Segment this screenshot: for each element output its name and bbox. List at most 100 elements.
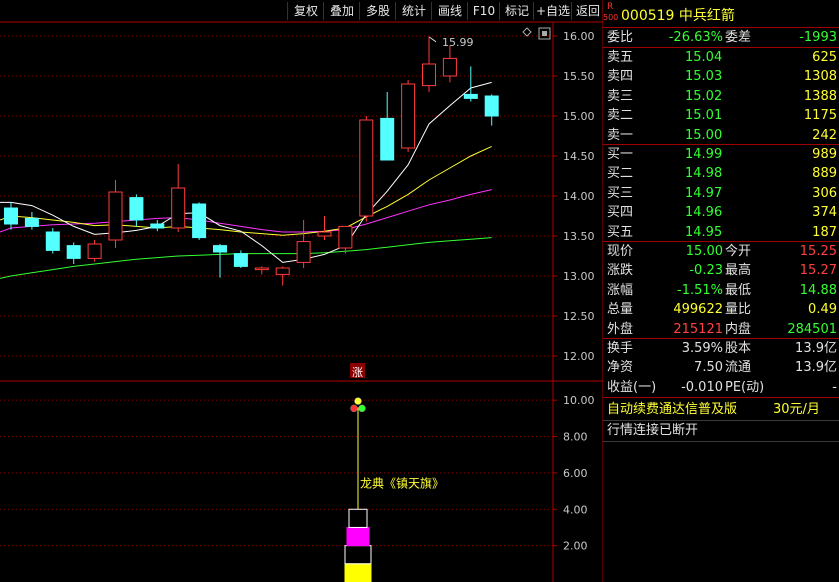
candle-body-down — [380, 117, 395, 161]
stock-header: R 500 000519 中兵红箭 — [603, 0, 839, 27]
ask-row[interactable]: 卖四 15.03 1308 — [603, 67, 839, 86]
signal-marker-label: 涨 — [352, 366, 363, 379]
book-volume: 306 — [812, 185, 837, 201]
stat-label: 最低 — [725, 282, 752, 298]
candle-body-up — [442, 57, 457, 77]
candle-body-down — [213, 245, 227, 253]
stat-value: 284501 — [787, 321, 837, 337]
indicator-tick-label: 2.00 — [563, 540, 588, 553]
stat-row: 涨跌 -0.23 最高 15.27 — [603, 261, 839, 280]
candle-body-down — [150, 223, 165, 229]
candle[interactable] — [129, 194, 144, 227]
candle[interactable] — [108, 180, 123, 248]
candle[interactable] — [401, 80, 416, 152]
flag-block — [346, 526, 370, 547]
candle[interactable] — [296, 220, 311, 268]
price-tick-label: 16.00 — [563, 30, 595, 43]
book-level-label: 买五 — [607, 224, 634, 240]
high-price-annotation: 15.99 — [442, 36, 474, 49]
candle[interactable] — [87, 240, 102, 262]
book-level-label: 买三 — [607, 185, 634, 201]
candle-body-up — [359, 119, 374, 217]
candle[interactable] — [192, 202, 207, 240]
candle-body-up — [108, 191, 123, 241]
ask-row[interactable]: 卖一 15.00 242 — [603, 126, 839, 145]
ad-divider — [603, 397, 839, 398]
candle[interactable] — [45, 228, 60, 254]
candle[interactable] — [233, 250, 248, 268]
book-price: 15.02 — [685, 88, 723, 104]
stat-value: 15.27 — [799, 263, 837, 279]
candle[interactable] — [484, 94, 499, 126]
fund-value: - — [832, 379, 837, 395]
book-price: 14.98 — [685, 166, 723, 182]
candle[interactable] — [422, 36, 436, 92]
candle[interactable] — [4, 202, 18, 230]
candle-body-down — [66, 245, 81, 259]
stat-label: 最高 — [725, 263, 752, 279]
candle-body-up — [275, 267, 290, 275]
bid-row[interactable]: 买四 14.96 374 — [603, 203, 839, 222]
wei-bi-row: 委比 -26.63% 委差 -1993 — [603, 28, 839, 47]
candle[interactable] — [254, 266, 269, 275]
indicator-name-label: 龙典《镇天旗》 — [360, 475, 444, 490]
stat-label: 涨跌 — [607, 263, 634, 279]
stat-label: 现价 — [607, 244, 634, 259]
book-price: 15.01 — [685, 108, 723, 124]
candle[interactable] — [442, 45, 457, 83]
candle-body-down — [484, 95, 499, 117]
price-tick-label: 12.00 — [563, 350, 595, 363]
ad-price[interactable]: 30元/月 — [773, 400, 820, 419]
book-volume: 1175 — [803, 108, 837, 124]
candle[interactable] — [66, 242, 81, 264]
flag-top-orb — [350, 404, 358, 413]
wei-bi-value: -26.63% — [668, 30, 723, 45]
flag-top-orb — [358, 404, 366, 413]
diamond-icon[interactable] — [522, 27, 532, 37]
candle[interactable] — [171, 164, 186, 232]
candle[interactable] — [380, 92, 395, 161]
indicator-tick-label: 8.00 — [563, 431, 588, 444]
fund-label: PE(动) — [725, 379, 765, 395]
candle[interactable] — [317, 216, 332, 240]
candle[interactable] — [463, 66, 478, 102]
candle[interactable] — [213, 244, 227, 278]
ad-text[interactable]: 自动续费通达信普及版 — [607, 400, 737, 419]
flag-block — [344, 545, 372, 565]
book-volume: 374 — [812, 205, 837, 221]
price-tick-label: 13.00 — [563, 270, 595, 283]
candle[interactable] — [275, 266, 290, 286]
subscription-ad[interactable]: 自动续费通达信普及版 30元/月 — [603, 400, 839, 419]
stat-label: 涨幅 — [607, 282, 634, 298]
candle-body-down — [4, 207, 18, 225]
book-volume: 625 — [812, 50, 837, 65]
bid-row[interactable]: 买二 14.98 889 — [603, 164, 839, 183]
candle-body-up — [401, 83, 416, 149]
book-level-label: 卖三 — [607, 88, 634, 104]
candle-body-down — [192, 203, 207, 239]
window-toggle-inner-icon — [542, 31, 547, 36]
ask-row[interactable]: 卖二 15.01 1175 — [603, 106, 839, 125]
price-tick-label: 15.00 — [563, 110, 595, 123]
candle-body-up — [87, 243, 102, 259]
stock-code-name[interactable]: 000519 中兵红箭 — [621, 5, 735, 25]
candle-body-up — [317, 231, 332, 237]
bid-row[interactable]: 买一 14.99 989 — [603, 145, 839, 164]
candle[interactable] — [359, 116, 374, 222]
stat-value: 15.25 — [799, 244, 837, 259]
fund-label: 换手 — [607, 341, 634, 356]
ask-row[interactable]: 卖五 15.04 625 — [603, 48, 839, 67]
price-tick-label: 15.50 — [563, 70, 595, 83]
candle[interactable] — [150, 220, 165, 232]
flag-top-orb — [354, 397, 362, 405]
book-level-label: 卖四 — [607, 69, 634, 85]
ask-row[interactable]: 卖三 15.02 1388 — [603, 87, 839, 106]
stat-row: 现价 15.00 今开 15.25 — [603, 242, 839, 261]
stat-label: 内盘 — [725, 321, 752, 337]
bid-row[interactable]: 买五 14.95 187 — [603, 223, 839, 242]
book-price: 15.03 — [685, 69, 723, 85]
candle[interactable] — [338, 225, 353, 254]
candlestick-series — [4, 36, 499, 286]
bid-row[interactable]: 买三 14.97 306 — [603, 184, 839, 203]
connection-status-text: 行情连接已断开 — [607, 423, 699, 438]
